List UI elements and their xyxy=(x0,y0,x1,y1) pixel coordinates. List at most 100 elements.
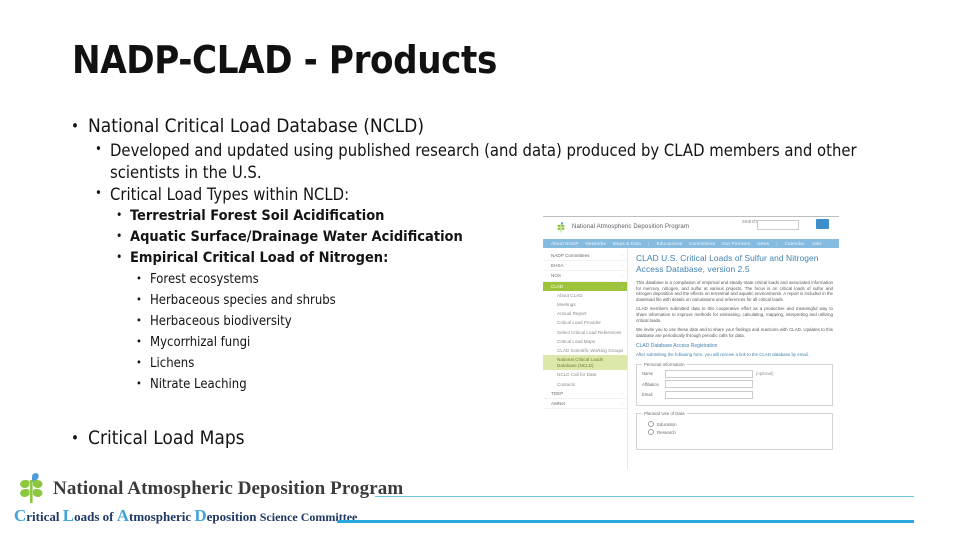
sidebar-item-tdep[interactable]: TDEP › xyxy=(543,389,627,399)
screenshot-org-name: National Atmospheric Deposition Program xyxy=(572,223,690,230)
footer-committee-name: Critical Loads of Atmospheric Deposition… xyxy=(14,506,357,526)
screenshot-personal-info-fieldset: Personal Information Name (optional) Aff… xyxy=(636,361,833,407)
bullet-ncld-label: National Critical Load Database (NCLD) xyxy=(88,115,424,137)
sidebar-item-label: CLAD xyxy=(551,283,564,289)
sidebar-item-label: Select Critical Load References xyxy=(557,329,622,335)
sidebar-item-label: Critical Load Provider xyxy=(557,320,601,326)
sidebar-item-label: NCLD Call for Data xyxy=(557,372,597,378)
bullet-critical-load-maps-label: Critical Load Maps xyxy=(88,427,245,449)
screenshot-nav-item-committees[interactable]: Committees xyxy=(689,241,715,246)
sidebar-item-ncld[interactable]: National Critical Loads Database (NCLD) xyxy=(543,355,627,371)
footer-a-initial: A xyxy=(116,506,130,525)
screenshot-name-input[interactable] xyxy=(665,369,753,378)
screenshot-nav-item-educational[interactable]: Educational xyxy=(656,241,682,246)
screenshot-nav-bar: About NADP Networks Maps & Data | Educat… xyxy=(543,239,839,248)
sidebar-item-label: Annual Report xyxy=(557,311,587,317)
sidebar-item-label: NADP Committees xyxy=(551,253,590,259)
screenshot-email-label: Email xyxy=(642,392,653,398)
screenshot-radio-research-label: Research xyxy=(657,429,676,435)
footer-of: of xyxy=(102,509,117,524)
footer-c-rest: ritical xyxy=(26,509,63,524)
footer-d-initial: D xyxy=(194,506,207,525)
screenshot-form-lead: After submitting the following form, you… xyxy=(636,352,810,358)
footer-c-initial: C xyxy=(14,506,27,525)
screenshot-form-heading: CLAD Database Access Registration xyxy=(636,343,718,350)
chevron-right-icon: › xyxy=(621,263,623,269)
chevron-left-icon: ‹ xyxy=(621,283,623,289)
sidebar-item-label: Meetings xyxy=(557,302,576,308)
screenshot-topbar: National Atmospheric Deposition Program … xyxy=(543,217,839,239)
footer-rule-thick xyxy=(337,520,914,523)
screenshot-nav-divider-2: | xyxy=(776,241,778,246)
screenshot-radio-education-label: Education xyxy=(657,421,677,427)
screenshot-name-optional-note: (optional) xyxy=(756,371,774,377)
screenshot-search-label: search xyxy=(741,219,757,225)
screenshot-radio-research[interactable]: Research xyxy=(648,429,827,436)
screenshot-main-content: CLAD U.S. Critical Loads of Sulfur and N… xyxy=(628,248,839,469)
footer-l-rest: oads xyxy=(74,509,103,524)
sidebar-item-label: TDEP xyxy=(551,390,564,396)
sidebar-item-ehsa[interactable]: EHSA › xyxy=(543,261,627,272)
bullet-developed-updated-label: Developed and updated using published re… xyxy=(110,141,857,182)
screenshot-search-button[interactable] xyxy=(816,219,829,229)
sidebar-item-about-clad[interactable]: About CLAD xyxy=(543,291,627,300)
screenshot-field-row-name: Name (optional) xyxy=(642,369,827,378)
sidebar-item-nadp-committees[interactable]: NADP Committees › xyxy=(543,251,627,262)
footer-program-name: National Atmospheric Deposition Program xyxy=(53,478,404,499)
screenshot-search-input[interactable] xyxy=(757,220,799,230)
screenshot-personal-info-legend: Personal Information xyxy=(644,361,685,367)
chevron-right-icon: › xyxy=(621,390,623,396)
radio-icon xyxy=(648,429,654,436)
screenshot-nav-item-jobs[interactable]: Jobs xyxy=(812,241,822,246)
chevron-right-icon: › xyxy=(621,273,623,279)
sidebar-item-label: Critical Load Maps xyxy=(557,338,596,344)
screenshot-paragraph-1: This database is a compilation of empiri… xyxy=(636,280,833,302)
screenshot-field-row-email: Email xyxy=(642,390,827,399)
screenshot-nav-divider: | xyxy=(648,241,650,246)
sidebar-item-working-groups[interactable]: CLAD Scientific Working Groups xyxy=(543,346,627,355)
screenshot-field-row-affiliation: Affiliation xyxy=(642,380,827,389)
screenshot-nav-item-partners[interactable]: Our Partners xyxy=(722,241,750,246)
screenshot-planned-use-fieldset: Planned Use of Data Education Research xyxy=(636,411,833,451)
sidebar-item-critical-load-provider[interactable]: Critical Load Provider xyxy=(543,318,627,327)
sidebar-item-select-references[interactable]: Select Critical Load References xyxy=(543,328,627,337)
screenshot-nav-item-maps-data[interactable]: Maps & Data xyxy=(613,241,641,246)
screenshot-nav-item-calendar[interactable]: Calendar xyxy=(785,241,805,246)
footer-a-rest: tmospheric xyxy=(129,509,195,524)
sidebar-item-meetings[interactable]: Meetings xyxy=(543,300,627,309)
screenshot-nav-item-networks[interactable]: Networks xyxy=(586,241,606,246)
nadp-website-screenshot: National Atmospheric Deposition Program … xyxy=(543,216,839,469)
screenshot-page-heading: CLAD U.S. Critical Loads of Sulfur and N… xyxy=(636,253,819,274)
sidebar-item-amnet[interactable]: AMNet › xyxy=(543,399,627,409)
sidebar-item-nos[interactable]: NOS › xyxy=(543,271,627,282)
screenshot-email-input[interactable] xyxy=(665,390,753,399)
sidebar-item-clad[interactable]: CLAD ‹ xyxy=(543,281,627,291)
bullet-critical-load-maps: Critical Load Maps xyxy=(62,425,245,452)
nadp-leaf-logo-icon xyxy=(557,222,565,233)
sidebar-item-contacts[interactable]: Contacts xyxy=(543,379,627,388)
screenshot-nav-item-about[interactable]: About NADP xyxy=(551,241,579,246)
sidebar-item-ncld-call-for-data[interactable]: NCLD Call for Data xyxy=(543,370,627,379)
screenshot-sidebar: NADP Committees › EHSA › NOS › CLAD ‹ Ab… xyxy=(543,248,628,469)
screenshot-nav-item-news[interactable]: News xyxy=(757,241,769,246)
sidebar-item-critical-load-maps[interactable]: Critical Load Maps xyxy=(543,337,627,346)
sidebar-item-annual-report[interactable]: Annual Report xyxy=(543,309,627,318)
bullet-cl-types-label: Critical Load Types within NCLD: xyxy=(110,185,350,204)
sidebar-item-label: AMNet xyxy=(551,400,566,406)
sidebar-item-label: NOS xyxy=(551,273,561,279)
screenshot-radio-education[interactable]: Education xyxy=(648,421,827,428)
sidebar-item-label: CLAD Scientific Working Groups xyxy=(557,347,624,353)
screenshot-affiliation-input[interactable] xyxy=(665,380,753,389)
bullet-developed-updated: Developed and updated using published re… xyxy=(88,139,902,184)
page-title: NADP-CLAD - Products xyxy=(72,38,497,82)
sidebar-item-label: National Critical Loads Database (NCLD) xyxy=(557,357,603,368)
sidebar-item-label: EHSA xyxy=(551,263,564,269)
chevron-right-icon: › xyxy=(621,400,623,406)
nadp-leaf-logo-icon xyxy=(20,473,43,503)
radio-icon xyxy=(648,421,654,428)
screenshot-paragraph-3: We invite you to use these data and to s… xyxy=(636,327,833,338)
sidebar-item-label: Contacts xyxy=(557,381,576,387)
screenshot-name-label: Name xyxy=(642,371,654,377)
screenshot-affiliation-label: Affiliation xyxy=(642,381,659,387)
footer-l-initial: L xyxy=(62,506,75,525)
